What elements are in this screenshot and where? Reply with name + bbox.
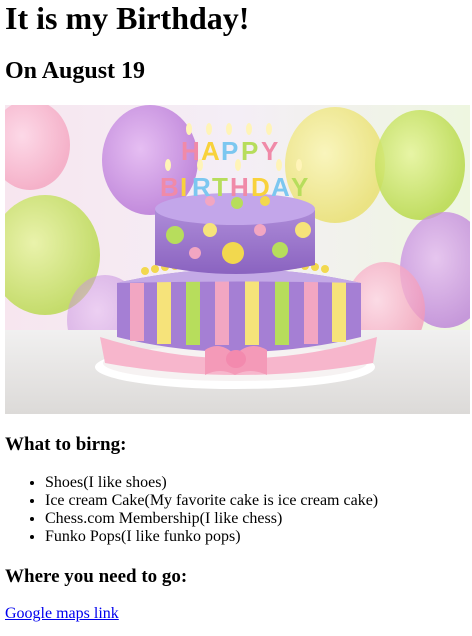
svg-text:A: A — [201, 136, 220, 166]
page-title: It is my Birthday! — [5, 0, 250, 36]
svg-text:Y: Y — [291, 172, 308, 202]
svg-text:Y: Y — [261, 136, 278, 166]
svg-text:T: T — [212, 172, 228, 202]
list-item: Chess.com Membership(I like chess) — [45, 510, 378, 528]
svg-text:R: R — [192, 172, 211, 202]
svg-text:B: B — [160, 172, 179, 202]
location-heading: Where you need to go: — [5, 566, 188, 587]
birthday-cake-image: H A P P Y B I R T H D A Y — [5, 105, 470, 414]
svg-text:H: H — [230, 172, 249, 202]
svg-text:A: A — [271, 172, 290, 202]
svg-text:D: D — [251, 172, 270, 202]
svg-text:I: I — [180, 172, 187, 202]
svg-text:P: P — [241, 136, 258, 166]
bring-heading: What to birng: — [5, 434, 127, 455]
google-maps-link[interactable]: Google maps link — [5, 605, 119, 623]
svg-text:H: H — [181, 136, 200, 166]
list-item: Funko Pops(I like funko pops) — [45, 528, 378, 546]
page-subtitle: On August 19 — [5, 58, 146, 84]
bring-list: Shoes(I like shoes) Ice cream Cake(My fa… — [5, 474, 378, 546]
list-item: Shoes(I like shoes) — [45, 474, 378, 492]
list-item: Ice cream Cake(My favorite cake is ice c… — [45, 492, 378, 510]
